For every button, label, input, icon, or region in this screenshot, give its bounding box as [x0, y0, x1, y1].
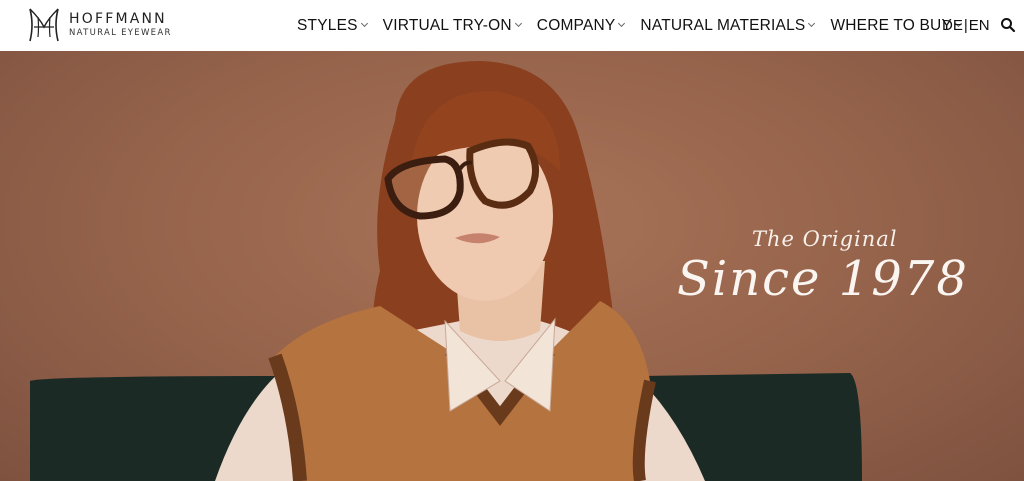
nav-item-virtual-try-on[interactable]: VIRTUAL TRY-ON: [382, 16, 522, 35]
lang-de-link[interactable]: DE: [942, 17, 963, 34]
hero-tagline: The Original: [752, 227, 898, 251]
nav-item-label: STYLES: [297, 16, 358, 34]
hero-headline: Since 1978: [677, 251, 969, 307]
site-header: HOFFMANN NATURAL EYEWEAR STYLES VIRTUAL …: [0, 0, 1024, 51]
nav-item-label: NATURAL MATERIALS: [640, 16, 806, 34]
chevron-down-icon: [360, 19, 368, 28]
chevron-down-icon: [808, 19, 816, 28]
chevron-down-icon: [618, 19, 626, 28]
brand-logo[interactable]: HOFFMANN NATURAL EYEWEAR: [27, 6, 172, 44]
language-switcher: DE | EN: [942, 17, 990, 34]
lang-en-link[interactable]: EN: [969, 17, 990, 34]
nav-item-styles[interactable]: STYLES: [297, 16, 368, 35]
brand-subtitle: NATURAL EYEWEAR: [69, 28, 172, 39]
chevron-down-icon: [514, 19, 522, 28]
nav-item-label: COMPANY: [536, 16, 616, 34]
lang-separator: |: [963, 17, 968, 34]
main-nav: STYLES VIRTUAL TRY-ON COMPANY NATURAL MA…: [297, 0, 977, 51]
nav-item-company[interactable]: COMPANY: [536, 16, 626, 35]
search-icon[interactable]: [1000, 17, 1016, 33]
nav-item-label: WHERE TO BUY: [830, 16, 952, 34]
hero-banner[interactable]: The Original Since 1978: [0, 51, 1024, 481]
brand-name: HOFFMANN: [69, 11, 167, 28]
nav-item-label: VIRTUAL TRY-ON: [382, 16, 512, 34]
nav-item-natural-materials[interactable]: NATURAL MATERIALS: [640, 16, 816, 35]
logo-mark-icon: [29, 8, 59, 42]
